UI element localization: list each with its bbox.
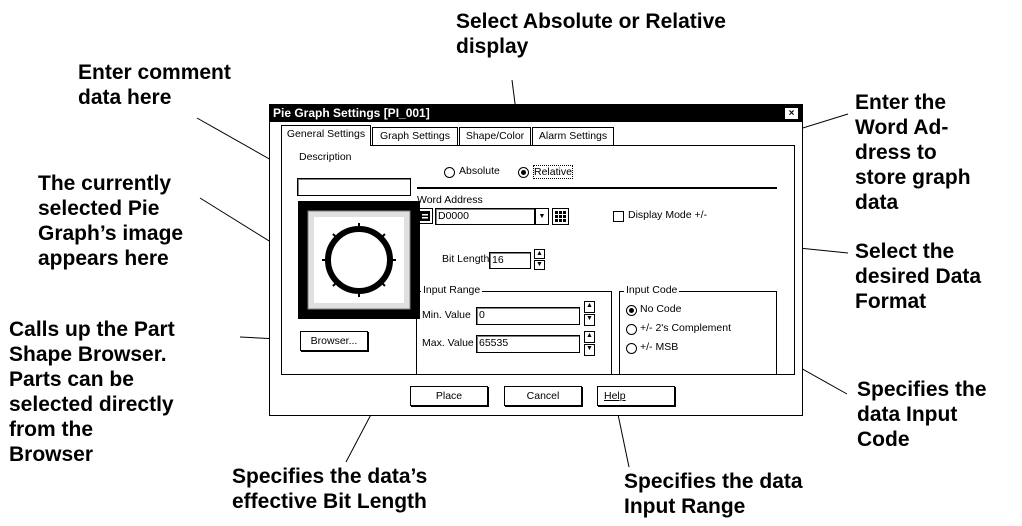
absolute-label: Absolute (459, 165, 500, 177)
max-value-field[interactable]: 65535 (476, 335, 580, 353)
msb-label: +/- MSB (640, 341, 679, 353)
dialog-title-bar[interactable]: Pie Graph Settings [PI_001] × (270, 105, 802, 122)
max-value-label: Max. Value (422, 337, 474, 349)
callout-select-display: Select Absolute or Relative display (456, 10, 726, 58)
tab-alarm-settings[interactable]: Alarm Settings (532, 127, 614, 145)
no-code-radio[interactable] (626, 305, 637, 316)
display-mode-label: Display Mode +/- (628, 209, 708, 221)
close-icon[interactable]: × (784, 107, 799, 120)
input-range-title: Input Range (421, 284, 483, 296)
min-value-label: Min. Value (422, 309, 471, 321)
twos-complement-label: +/- 2's Complement (640, 322, 731, 334)
min-value-field[interactable]: 0 (476, 307, 580, 325)
callout-browser: Calls up the Part Shape Browser. Parts c… (9, 318, 175, 466)
word-address-field[interactable]: D0000 (435, 208, 535, 225)
display-mode-separator (417, 187, 777, 189)
tab-shape-color[interactable]: Shape/Color (459, 127, 531, 145)
word-address-label: Word Address (417, 194, 483, 206)
browser-button[interactable]: Browser... (300, 331, 368, 351)
bit-length-field[interactable]: 16 (489, 252, 531, 269)
pie-graph-settings-dialog: Pie Graph Settings [PI_001] × General Se… (269, 104, 803, 416)
input-code-title: Input Code (624, 284, 680, 296)
bit-length-down-button[interactable]: ▼ (534, 260, 545, 270)
min-value-down-button[interactable]: ▼ (584, 314, 595, 326)
input-range-group (416, 291, 612, 375)
help-button[interactable]: Help (597, 386, 675, 406)
twos-complement-radio[interactable] (626, 324, 637, 335)
min-value-up-button[interactable]: ▲ (584, 301, 595, 313)
bit-length-label: Bit Length (442, 253, 490, 265)
description-field[interactable] (297, 178, 411, 196)
callout-comment: Enter comment data here (78, 61, 231, 109)
address-input-icon[interactable] (552, 208, 569, 225)
tab-graph-settings[interactable]: Graph Settings (372, 127, 458, 145)
dialog-title: Pie Graph Settings [PI_001] (273, 106, 430, 120)
bit-length-up-button[interactable]: ▲ (534, 249, 545, 259)
pie-graph-preview (298, 201, 420, 319)
relative-radio[interactable] (518, 167, 529, 178)
cancel-button[interactable]: Cancel (504, 386, 582, 406)
word-address-dropdown-icon[interactable]: ▼ (535, 208, 549, 225)
display-mode-checkbox[interactable] (613, 211, 624, 222)
max-value-down-button[interactable]: ▼ (584, 344, 595, 356)
description-label: Description (299, 151, 352, 163)
callout-input-range: Specifies the data Input Range (624, 470, 803, 518)
callout-bit-length: Specifies the data’s effective Bit Lengt… (232, 465, 428, 513)
no-code-label: No Code (640, 303, 682, 315)
callout-data-format: Select the desired Data Format (855, 240, 982, 313)
place-button[interactable]: Place (410, 386, 488, 406)
relative-label: Relative (533, 165, 573, 179)
pie-graph-image (307, 210, 411, 310)
max-value-up-button[interactable]: ▲ (584, 331, 595, 343)
tab-general-settings[interactable]: General Settings (281, 125, 371, 146)
callout-word-address: Enter the Word Ad- dress to store graph … (855, 91, 971, 214)
msb-radio[interactable] (626, 343, 637, 354)
absolute-radio[interactable] (444, 167, 455, 178)
callout-image: The currently selected Pie Graph’s image… (38, 172, 184, 270)
callout-input-code: Specifies the data Input Code (857, 378, 987, 451)
